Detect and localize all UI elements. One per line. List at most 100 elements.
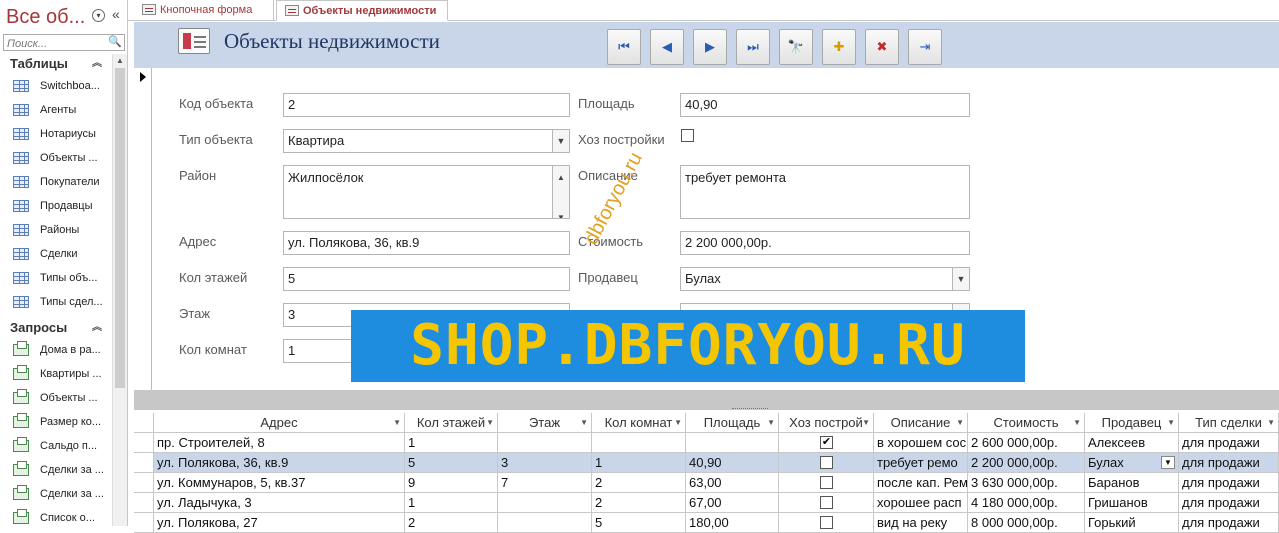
table-cell[interactable] bbox=[779, 473, 874, 493]
table-cell[interactable]: 2 600 000,00р. bbox=[968, 433, 1085, 453]
delete-record-button[interactable]: ✖ bbox=[865, 29, 899, 65]
scroll-up-icon[interactable]: ▲ bbox=[553, 168, 569, 188]
table-cell[interactable]: 1 bbox=[405, 433, 498, 453]
find-button[interactable]: 🔭 bbox=[779, 29, 813, 65]
column-header[interactable]: Хоз построй ▼ bbox=[779, 413, 874, 433]
table-cell[interactable]: 3 630 000,00р. bbox=[968, 473, 1085, 493]
table-cell[interactable]: ул. Полякова, 36, кв.9 bbox=[154, 453, 405, 473]
outbuildings-checkbox[interactable] bbox=[820, 496, 833, 509]
nav-menu-chevron-icon[interactable]: ▾ bbox=[92, 9, 105, 22]
filter-dropdown-icon[interactable]: ▼ bbox=[393, 413, 401, 432]
nav-table-item[interactable]: Нотариусы bbox=[0, 122, 112, 146]
table-cell[interactable]: в хорошем сос bbox=[874, 433, 968, 453]
table-cell[interactable] bbox=[779, 513, 874, 533]
scroll-down-icon[interactable]: ▼ bbox=[553, 208, 569, 218]
nav-table-item[interactable]: Агенты bbox=[0, 98, 112, 122]
chevron-down-icon[interactable]: ▼ bbox=[1161, 456, 1175, 469]
outbuildings-checkbox[interactable] bbox=[820, 516, 833, 529]
table-cell[interactable]: Баранов bbox=[1085, 473, 1179, 493]
price-field[interactable]: 2 200 000,00р. bbox=[680, 231, 970, 255]
table-cell[interactable] bbox=[498, 513, 592, 533]
table-cell[interactable]: ул. Полякова, 27 bbox=[154, 513, 405, 533]
nav-query-item[interactable]: Объекты ... bbox=[0, 386, 112, 410]
table-cell[interactable]: хорошее расп bbox=[874, 493, 968, 513]
column-header[interactable]: Продавец ▼ bbox=[1085, 413, 1179, 433]
nav-group-header[interactable]: Таблицы ︽ bbox=[0, 54, 112, 74]
row-selector[interactable] bbox=[134, 473, 154, 493]
table-cell[interactable]: 1 bbox=[592, 453, 686, 473]
first-record-button[interactable]: ⏮ bbox=[607, 29, 641, 65]
table-cell[interactable] bbox=[498, 493, 592, 513]
table-cell[interactable]: 1 bbox=[405, 493, 498, 513]
table-cell[interactable]: 7 bbox=[498, 473, 592, 493]
table-cell[interactable]: 2 bbox=[405, 513, 498, 533]
filter-dropdown-icon[interactable]: ▼ bbox=[767, 413, 775, 432]
table-cell[interactable]: после кап. Рем bbox=[874, 473, 968, 493]
area-field[interactable]: 40,90 bbox=[680, 93, 970, 117]
nav-search-box[interactable]: 🔍 bbox=[3, 34, 125, 52]
previous-record-button[interactable]: ◀ bbox=[650, 29, 684, 65]
table-cell[interactable]: 2 200 000,00р. bbox=[968, 453, 1085, 473]
table-cell[interactable] bbox=[779, 453, 874, 473]
search-icon[interactable]: 🔍 bbox=[108, 35, 122, 48]
table-cell[interactable]: для продажи bbox=[1179, 453, 1279, 473]
filter-dropdown-icon[interactable]: ▼ bbox=[1073, 413, 1081, 432]
filter-dropdown-icon[interactable]: ▼ bbox=[580, 413, 588, 432]
nav-query-item[interactable]: Квартиры ... bbox=[0, 362, 112, 386]
type-combobox[interactable]: Квартира ▼ bbox=[283, 129, 570, 153]
table-cell[interactable]: вид на реку bbox=[874, 513, 968, 533]
record-selector[interactable] bbox=[134, 68, 152, 390]
table-cell[interactable]: Гришанов bbox=[1085, 493, 1179, 513]
listbox-scrollbar[interactable]: ▲ ▼ bbox=[552, 166, 569, 218]
table-cell[interactable]: 8 000 000,00р. bbox=[968, 513, 1085, 533]
description-field[interactable]: требует ремонта bbox=[680, 165, 970, 219]
filter-dropdown-icon[interactable]: ▼ bbox=[862, 413, 870, 432]
nav-search-input[interactable] bbox=[4, 36, 104, 52]
table-cell[interactable]: для продажи bbox=[1179, 433, 1279, 453]
code-field[interactable]: 2 bbox=[283, 93, 570, 117]
chevron-up-icon[interactable]: ︽ bbox=[92, 318, 102, 338]
table-cell[interactable] bbox=[592, 433, 686, 453]
nav-table-item[interactable]: Покупатели bbox=[0, 170, 112, 194]
nav-table-item[interactable]: Сделки bbox=[0, 242, 112, 266]
nav-query-item[interactable]: Размер ко... bbox=[0, 410, 112, 434]
table-cell[interactable]: Горький bbox=[1085, 513, 1179, 533]
table-cell[interactable]: 5 bbox=[592, 513, 686, 533]
nav-query-item[interactable]: Сделки за ... bbox=[0, 458, 112, 482]
row-selector[interactable] bbox=[134, 433, 154, 453]
column-header[interactable]: Этаж ▼ bbox=[498, 413, 592, 433]
table-cell[interactable]: 2 bbox=[592, 493, 686, 513]
table-cell[interactable]: Алексеев bbox=[1085, 433, 1179, 453]
tab-objects[interactable]: Объекты недвижимости bbox=[276, 0, 448, 21]
scroll-up-icon[interactable]: ▲ bbox=[116, 56, 124, 65]
nav-query-item[interactable]: Сделки за ... bbox=[0, 482, 112, 506]
table-cell[interactable]: для продажи bbox=[1179, 513, 1279, 533]
next-record-button[interactable]: ▶ bbox=[693, 29, 727, 65]
column-header[interactable]: Тип сделки ▼ bbox=[1179, 413, 1279, 433]
column-header[interactable]: Кол комнат ▼ bbox=[592, 413, 686, 433]
row-selector[interactable] bbox=[134, 513, 154, 533]
nav-table-item[interactable]: Объекты ... bbox=[0, 146, 112, 170]
chevron-down-icon[interactable]: ▼ bbox=[952, 268, 969, 290]
nav-query-item[interactable]: Дома в ра... bbox=[0, 338, 112, 362]
table-cell[interactable]: 40,90 bbox=[686, 453, 779, 473]
close-form-button[interactable]: ⇥ bbox=[908, 29, 942, 65]
table-cell[interactable] bbox=[779, 493, 874, 513]
address-field[interactable]: ул. Полякова, 36, кв.9 bbox=[283, 231, 570, 255]
column-header[interactable]: Адрес ▼ bbox=[154, 413, 405, 433]
table-cell[interactable]: ул. Коммунаров, 5, кв.37 bbox=[154, 473, 405, 493]
table-cell[interactable]: 67,00 bbox=[686, 493, 779, 513]
floors-field[interactable]: 5 bbox=[283, 267, 570, 291]
table-cell[interactable]: ул. Ладычука, 3 bbox=[154, 493, 405, 513]
chevron-down-icon[interactable]: ▼ bbox=[552, 130, 569, 152]
table-cell[interactable]: ✔ bbox=[779, 433, 874, 453]
nav-query-item[interactable]: Сальдо п... bbox=[0, 434, 112, 458]
nav-table-item[interactable]: Switchboa... bbox=[0, 74, 112, 98]
filter-dropdown-icon[interactable]: ▼ bbox=[674, 413, 682, 432]
new-record-button[interactable]: ✚ bbox=[822, 29, 856, 65]
table-cell[interactable]: Булах ▼ bbox=[1085, 453, 1179, 473]
filter-dropdown-icon[interactable]: ▼ bbox=[486, 413, 494, 432]
column-header[interactable]: Описание ▼ bbox=[874, 413, 968, 433]
table-cell[interactable]: 5 bbox=[405, 453, 498, 473]
table-cell[interactable]: 180,00 bbox=[686, 513, 779, 533]
